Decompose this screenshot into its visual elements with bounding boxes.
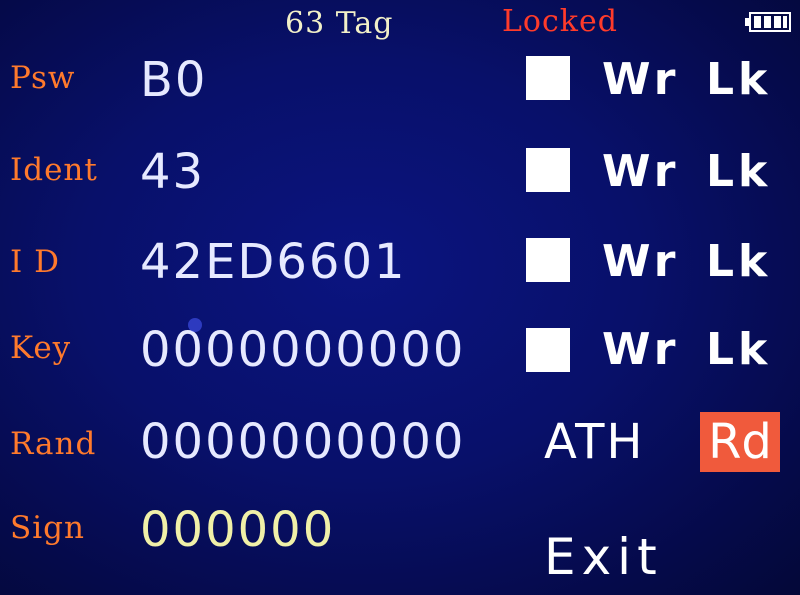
ident-write-checkbox[interactable] <box>526 148 570 192</box>
rand-value[interactable]: 0000000000 <box>140 418 465 466</box>
psw-write-button[interactable]: Wr <box>602 58 679 102</box>
id-label: I D <box>10 244 60 280</box>
read-button[interactable]: Rd <box>700 412 780 472</box>
sign-label: Sign <box>10 510 85 546</box>
tag-count: 63 Tag <box>285 6 394 41</box>
rand-label: Rand <box>10 426 97 462</box>
psw-lock-button[interactable]: Lk <box>706 58 771 102</box>
key-write-button[interactable]: Wr <box>602 328 679 372</box>
exit-button[interactable]: Exit <box>544 532 663 582</box>
lock-status: Locked <box>502 4 618 39</box>
id-value[interactable]: 42ED6601 <box>140 238 407 286</box>
ident-label: Ident <box>10 152 98 188</box>
psw-label: Psw <box>10 60 76 96</box>
key-lock-button[interactable]: Lk <box>706 328 771 372</box>
ident-lock-button[interactable]: Lk <box>706 150 771 194</box>
key-label: Key <box>10 330 72 366</box>
ident-value[interactable]: 43 <box>140 148 205 196</box>
status-bar: 63 Tag Locked <box>0 0 800 44</box>
battery-full-icon <box>745 12 791 32</box>
psw-value[interactable]: B0 <box>140 56 207 104</box>
ident-write-button[interactable]: Wr <box>602 150 679 194</box>
device-screen: 63 Tag Locked Psw B0 Wr Lk Ident 43 Wr L… <box>0 0 800 595</box>
psw-write-checkbox[interactable] <box>526 56 570 100</box>
screen-artifact <box>188 318 202 332</box>
key-value[interactable]: 0000000000 <box>140 326 465 374</box>
sign-value[interactable]: 000000 <box>140 506 335 554</box>
key-write-checkbox[interactable] <box>526 328 570 372</box>
id-lock-button[interactable]: Lk <box>706 240 771 284</box>
id-write-checkbox[interactable] <box>526 238 570 282</box>
id-write-button[interactable]: Wr <box>602 240 679 284</box>
ath-button[interactable]: ATH <box>544 418 645 466</box>
